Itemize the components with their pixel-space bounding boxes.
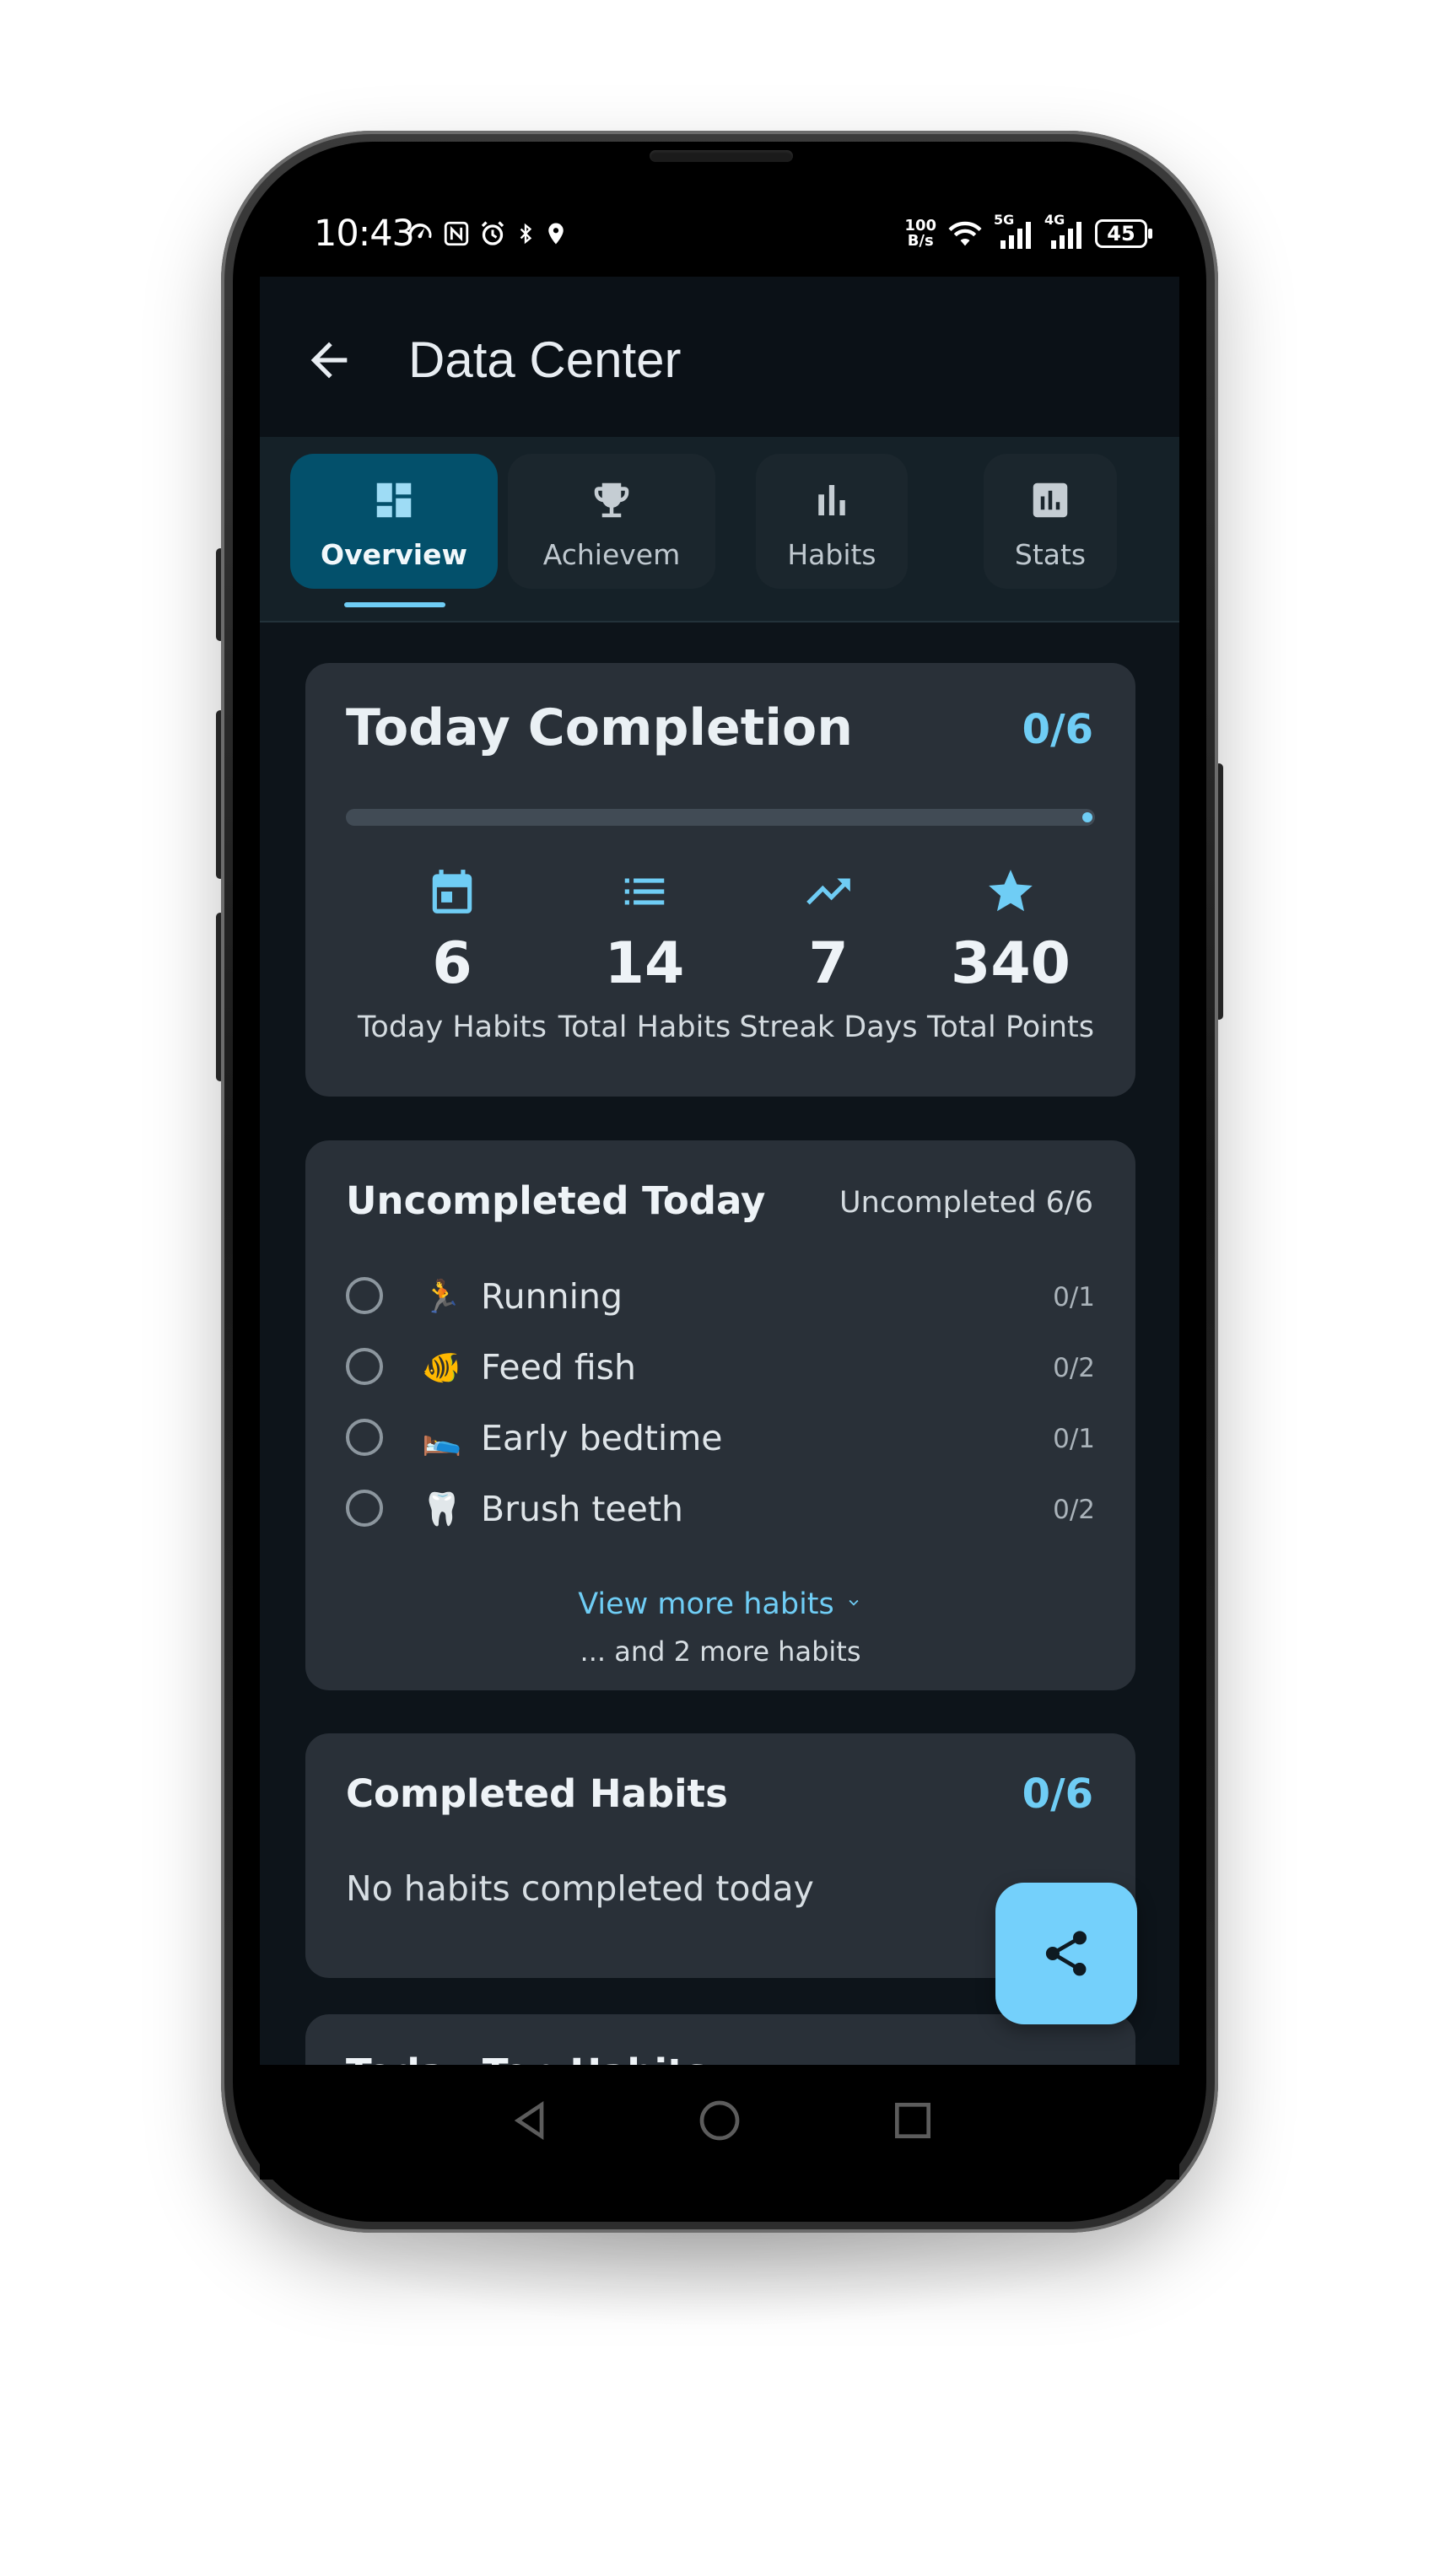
stat-value: 7 (808, 930, 849, 997)
stat-label: Total Points (926, 1010, 1094, 1044)
habit-emoji: 🦷 (422, 1490, 462, 1528)
tab-stats[interactable]: Stats (984, 454, 1117, 589)
today-completion-ratio: 0/6 (1022, 706, 1093, 753)
habit-progress: 0/2 (1053, 1353, 1095, 1383)
habit-progress: 0/1 (1053, 1282, 1095, 1312)
wifi-icon (948, 221, 982, 246)
status-time: 10:43 (314, 213, 415, 255)
status-bar: 10:43 100 B/s 5G 4G 45 (287, 207, 1152, 261)
network-speed: 100 B/s (904, 218, 936, 249)
battery-indicator: 45 (1095, 219, 1152, 248)
earpiece-speaker (650, 150, 793, 162)
uncompleted-today-card: Uncompleted Today Uncompleted 6/6 🏃 Runn… (305, 1140, 1135, 1690)
status-left-icons (405, 217, 569, 251)
tab-label: Overview (321, 538, 467, 571)
calendar-icon (432, 870, 472, 913)
habit-emoji: 🏃 (422, 1278, 462, 1315)
tab-achievements[interactable]: Achievem (508, 454, 715, 589)
progress-end-dot (1082, 812, 1092, 822)
completion-progress-bar (346, 809, 1095, 826)
habit-row[interactable]: 🐠 Feed fish 0/2 (346, 1339, 1095, 1398)
stat-label: Streak Days (739, 1010, 918, 1044)
stat-label: Today Habits (357, 1010, 547, 1044)
chevron-down-icon (849, 1599, 859, 1606)
trophy-icon (594, 482, 629, 518)
bluetooth-icon (520, 223, 532, 245)
habit-name: Early bedtime (481, 1418, 723, 1458)
active-tab-indicator (344, 602, 445, 607)
back-arrow-icon[interactable] (302, 333, 356, 387)
more-habits-note: ... and 2 more habits (580, 1636, 861, 1668)
bar-chart-icon (818, 485, 845, 515)
habit-name: Brush teeth (481, 1489, 683, 1529)
next-card-title: Today Top Habits (346, 2050, 708, 2065)
habit-row[interactable]: 🦷 Brush teeth 0/2 (346, 1481, 1095, 1540)
nav-recents-icon[interactable] (889, 2097, 936, 2144)
completed-title: Completed Habits (346, 1771, 728, 1816)
habit-checkbox[interactable] (346, 1419, 383, 1456)
share-fab[interactable] (995, 1883, 1137, 2024)
habit-name: Feed fish (481, 1347, 637, 1388)
nav-back-icon[interactable] (506, 2097, 553, 2144)
tab-label: Achievem (542, 538, 681, 571)
habit-row[interactable]: 🛌 Early bedtime 0/1 (346, 1410, 1095, 1469)
nav-home-icon[interactable] (696, 2097, 743, 2144)
speed-meter-icon (408, 224, 432, 239)
habit-emoji: 🛌 (422, 1420, 462, 1457)
habit-emoji: 🐠 (422, 1349, 462, 1386)
cell-signal-icon (1051, 222, 1081, 249)
app-bar: Data Center (260, 277, 1179, 437)
stat-label: Total Habits (558, 1010, 731, 1044)
habit-name: Running (481, 1276, 623, 1317)
stat-value: 340 (951, 930, 1071, 997)
star-icon (989, 870, 1033, 912)
today-completion-title: Today Completion (346, 698, 853, 757)
share-icon (1045, 1931, 1087, 1976)
app-screen: Data Center Overview Achievem Habits Sta… (260, 277, 1179, 2065)
page-title: Data Center (408, 331, 682, 388)
completed-ratio: 0/6 (1022, 1770, 1093, 1818)
tab-bar: Overview Achievem Habits Stats (260, 437, 1179, 622)
status-right-icons: 100 B/s 5G 4G 45 (904, 212, 1152, 252)
tab-habits[interactable]: Habits (756, 454, 908, 589)
alarm-icon (481, 221, 504, 245)
tab-label: Habits (787, 538, 876, 571)
tab-overview[interactable]: Overview (290, 454, 498, 589)
habit-row[interactable]: 🏃 Running 0/1 (346, 1269, 1095, 1328)
network-speed-unit: B/s (907, 232, 934, 250)
stat-value: 14 (604, 930, 685, 997)
uncompleted-count: Uncompleted 6/6 (839, 1186, 1093, 1220)
stat-value: 6 (432, 930, 472, 997)
today-completion-card: Today Completion 0/6 6 Today Habits 14 T… (305, 663, 1135, 1097)
system-navigation-bar (260, 2065, 1179, 2180)
habit-checkbox[interactable] (346, 1277, 383, 1314)
habit-progress: 0/1 (1053, 1424, 1095, 1454)
habit-progress: 0/2 (1053, 1495, 1095, 1525)
uncompleted-title: Uncompleted Today (346, 1178, 766, 1223)
view-more-label: View more habits (578, 1587, 834, 1621)
next-card-partial: Today Top Habits (305, 2014, 1135, 2065)
signal-5g: 5G (994, 212, 1034, 251)
location-icon (548, 223, 564, 245)
empty-state-text: No habits completed today (346, 1868, 814, 1909)
list-icon (624, 878, 665, 905)
cell-signal-icon (1000, 222, 1031, 249)
view-more-habits-button[interactable]: View more habits (305, 1586, 1135, 1623)
habit-checkbox[interactable] (346, 1490, 383, 1527)
dashboard-icon (376, 482, 412, 518)
tab-label: Stats (1014, 538, 1087, 571)
analytics-icon (1033, 482, 1068, 518)
nfc-icon (444, 221, 469, 246)
habit-checkbox[interactable] (346, 1348, 383, 1385)
signal-4g: 4G (1044, 212, 1085, 251)
trending-up-icon (806, 878, 850, 905)
